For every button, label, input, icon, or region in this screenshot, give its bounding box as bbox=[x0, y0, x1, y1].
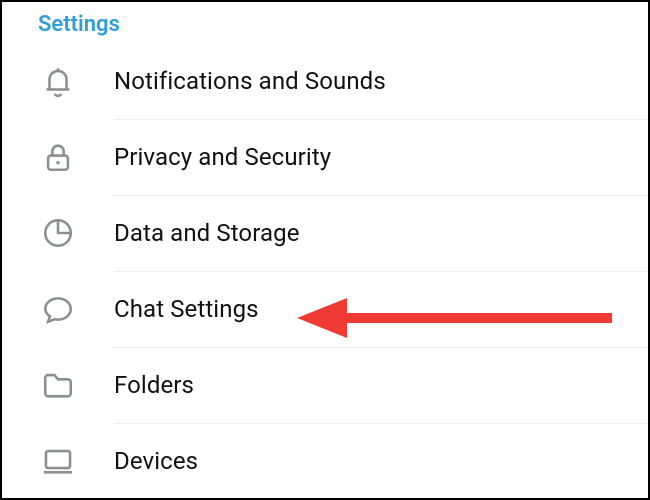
pie-icon bbox=[2, 216, 114, 250]
settings-item-label: Privacy and Security bbox=[114, 119, 648, 196]
settings-item-data[interactable]: Data and Storage bbox=[2, 195, 648, 271]
section-header: Settings bbox=[2, 2, 648, 43]
bell-icon bbox=[2, 64, 114, 98]
settings-item-notifications[interactable]: Notifications and Sounds bbox=[2, 43, 648, 119]
settings-item-label: Notifications and Sounds bbox=[114, 43, 648, 120]
lock-icon bbox=[2, 140, 114, 174]
settings-item-privacy[interactable]: Privacy and Security bbox=[2, 119, 648, 195]
settings-item-label: Data and Storage bbox=[114, 195, 648, 272]
settings-item-folders[interactable]: Folders bbox=[2, 347, 648, 423]
settings-item-label: Folders bbox=[114, 347, 648, 424]
settings-list: Notifications and Sounds Privacy and Sec… bbox=[2, 43, 648, 499]
settings-item-devices[interactable]: Devices bbox=[2, 423, 648, 499]
settings-item-label: Chat Settings bbox=[114, 271, 648, 348]
settings-item-chat[interactable]: Chat Settings bbox=[2, 271, 648, 347]
folder-icon bbox=[2, 368, 114, 402]
device-icon bbox=[2, 444, 114, 478]
settings-screen: Settings Notifications and Sounds bbox=[0, 0, 650, 500]
settings-item-label: Devices bbox=[114, 423, 648, 499]
chat-icon bbox=[2, 292, 114, 326]
